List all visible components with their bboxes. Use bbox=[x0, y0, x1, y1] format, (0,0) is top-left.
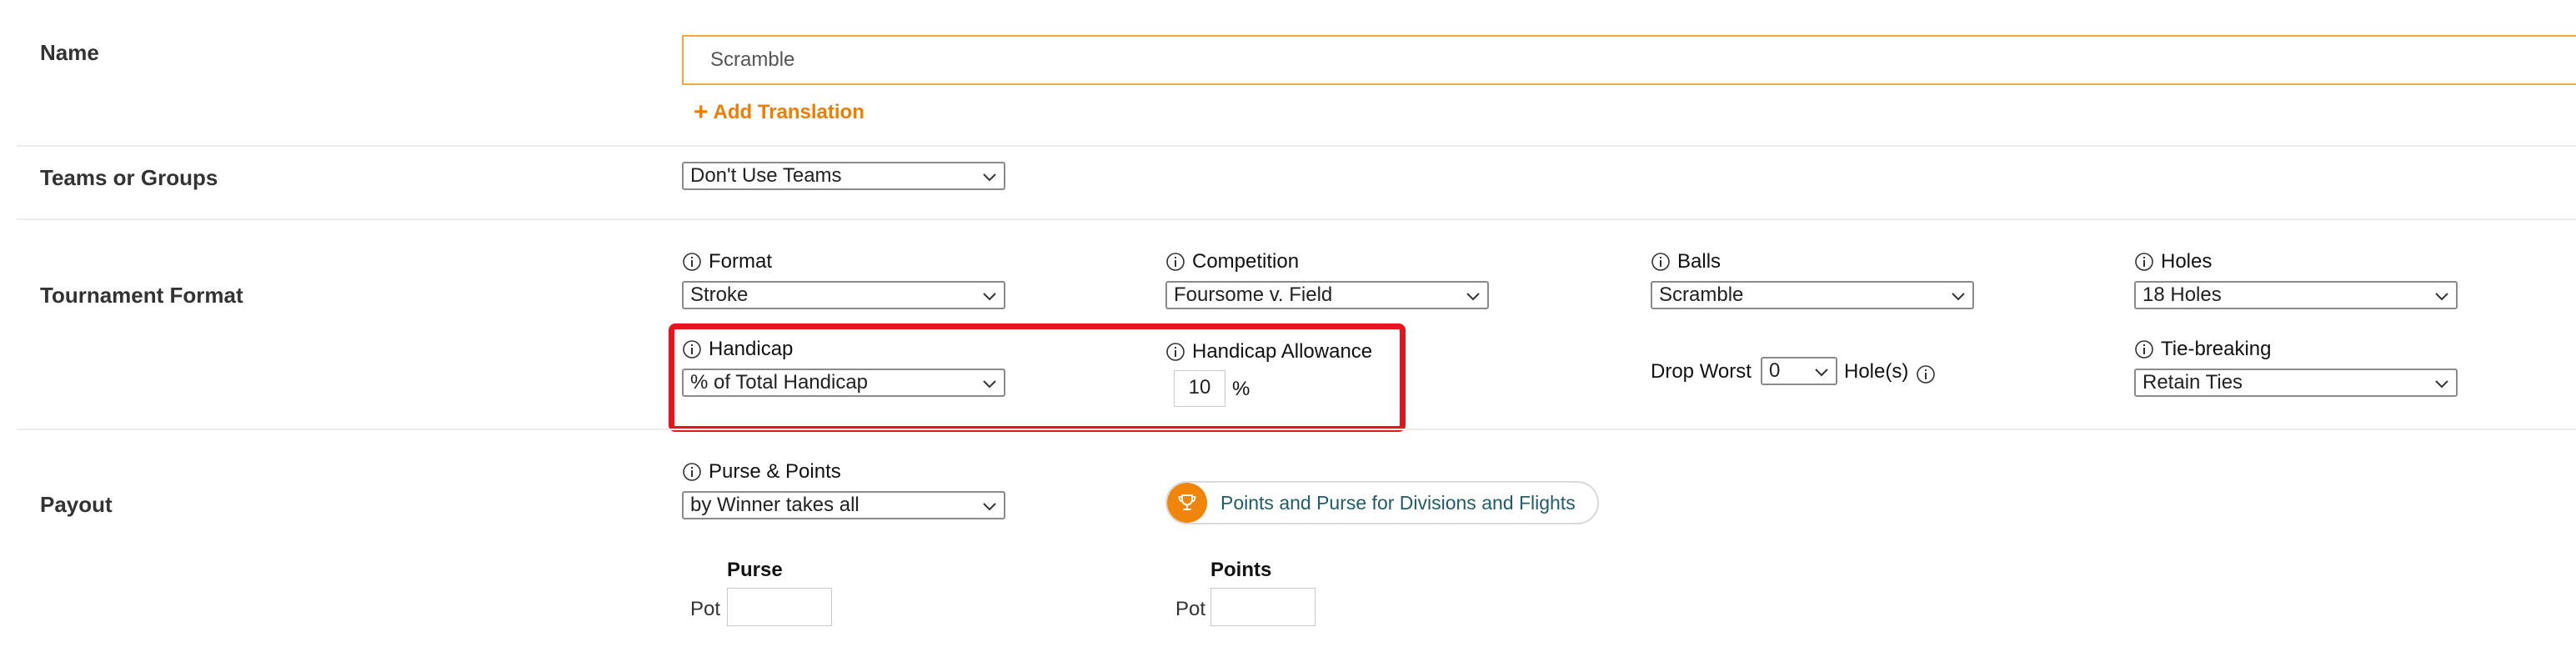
holes-label-text: Holes bbox=[2161, 250, 2213, 273]
holes-label: Holes bbox=[2134, 250, 2212, 273]
divider bbox=[17, 429, 2576, 430]
holes-suffix: Hole(s) bbox=[1844, 360, 1909, 383]
competition-select[interactable]: Foursome v. Field bbox=[1165, 281, 1489, 309]
purse-points-label-text: Purse & Points bbox=[709, 460, 841, 483]
info-icon[interactable] bbox=[1165, 252, 1185, 272]
format-label: Format bbox=[682, 250, 772, 273]
balls-label: Balls bbox=[1651, 250, 1721, 273]
points-header: Points bbox=[1210, 559, 1272, 581]
chevron-down-icon bbox=[980, 287, 999, 305]
purse-header: Purse bbox=[727, 559, 783, 581]
points-pot-label: Pot bbox=[1175, 598, 1206, 620]
divisions-flights-button[interactable]: Points and Purse for Divisions and Fligh… bbox=[1165, 481, 1599, 524]
competition-label: Competition bbox=[1165, 250, 1299, 273]
plus-icon: + bbox=[694, 98, 709, 126]
format-select-value: Stroke bbox=[690, 283, 749, 306]
balls-select-value: Scramble bbox=[1659, 283, 1744, 306]
balls-select[interactable]: Scramble bbox=[1651, 281, 1974, 309]
tie-breaking-select[interactable]: Retain Ties bbox=[2134, 369, 2458, 397]
points-pot-input[interactable] bbox=[1210, 588, 1316, 626]
purse-points-select[interactable]: by Winner takes all bbox=[682, 491, 1005, 519]
chevron-down-icon bbox=[980, 497, 999, 515]
name-input[interactable]: Scramble bbox=[682, 35, 2576, 85]
divisions-flights-label: Points and Purse for Divisions and Fligh… bbox=[1220, 491, 1576, 514]
chevron-down-icon bbox=[980, 168, 999, 186]
competition-label-text: Competition bbox=[1192, 250, 1300, 273]
add-translation-link[interactable]: + Add Translation bbox=[694, 98, 865, 126]
add-translation-label: Add Translation bbox=[713, 101, 865, 123]
competition-select-value: Foursome v. Field bbox=[1174, 283, 1333, 306]
trophy-icon bbox=[1167, 483, 1207, 523]
info-icon[interactable] bbox=[2134, 252, 2154, 272]
purse-pot-label: Pot bbox=[690, 598, 721, 620]
info-icon[interactable] bbox=[682, 462, 702, 482]
info-icon[interactable] bbox=[2134, 339, 2154, 359]
purse-pot-input[interactable] bbox=[727, 588, 832, 626]
highlight-box bbox=[669, 323, 1406, 432]
balls-label-text: Balls bbox=[1677, 250, 1722, 273]
info-icon[interactable] bbox=[1651, 252, 1671, 272]
teams-select-value: Don't Use Teams bbox=[690, 164, 842, 187]
tie-breaking-select-value: Retain Ties bbox=[2142, 371, 2243, 394]
purse-points-label: Purse & Points bbox=[682, 460, 841, 484]
name-label: Name bbox=[40, 40, 99, 65]
chevron-down-icon bbox=[1812, 363, 1831, 381]
drop-worst-select-value: 0 bbox=[1769, 359, 1781, 382]
holes-select-value: 18 Holes bbox=[2142, 283, 2222, 306]
chevron-down-icon bbox=[1464, 287, 1482, 305]
teams-select[interactable]: Don't Use Teams bbox=[682, 162, 1005, 190]
chevron-down-icon bbox=[1949, 287, 1967, 305]
tournament-format-label: Tournament Format bbox=[40, 283, 243, 308]
format-label-text: Format bbox=[709, 250, 773, 273]
teams-label: Teams or Groups bbox=[40, 165, 218, 190]
tie-breaking-label-text: Tie-breaking bbox=[2161, 338, 2272, 360]
divider bbox=[17, 145, 2576, 147]
purse-points-select-value: by Winner takes all bbox=[690, 494, 860, 516]
drop-worst-label: Drop Worst bbox=[1651, 360, 1752, 383]
holes-select[interactable]: 18 Holes bbox=[2134, 281, 2458, 309]
format-select[interactable]: Stroke bbox=[682, 281, 1005, 309]
divider bbox=[17, 218, 2576, 220]
tie-breaking-label: Tie-breaking bbox=[2134, 338, 2272, 361]
chevron-down-icon bbox=[2433, 287, 2451, 305]
drop-worst-select[interactable]: 0 bbox=[1761, 357, 1837, 385]
payout-label: Payout bbox=[40, 492, 113, 517]
info-icon[interactable] bbox=[682, 252, 702, 272]
chevron-down-icon bbox=[2433, 374, 2451, 393]
info-icon[interactable] bbox=[1916, 364, 1936, 384]
